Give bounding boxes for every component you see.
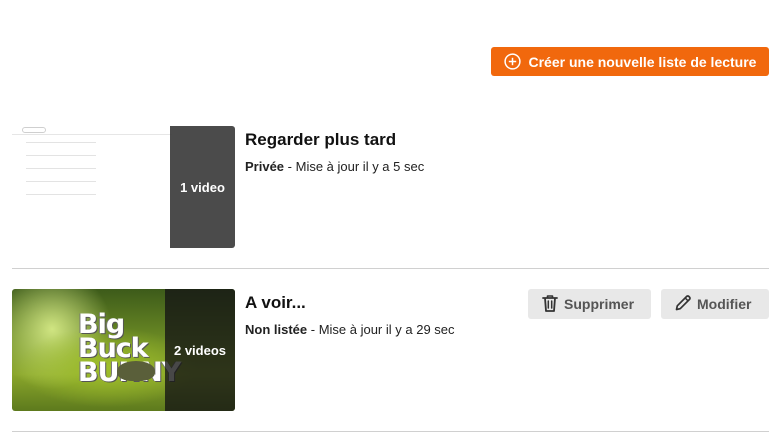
playlist-title[interactable]: A voir...: [245, 293, 455, 313]
video-count-badge: 1 video: [170, 126, 235, 248]
trash-icon: [540, 293, 560, 316]
thumbnail-preview-line: [26, 181, 96, 182]
video-count-badge: 2 videos: [165, 289, 235, 411]
thumbnail-preview-line: [26, 194, 96, 195]
thumbnail-preview-line: [26, 155, 96, 156]
delete-playlist-button[interactable]: Supprimer: [528, 289, 651, 319]
delete-label: Supprimer: [564, 296, 635, 312]
edit-label: Modifier: [697, 296, 752, 312]
updated-label: Mise à jour il y a 5 sec: [295, 159, 425, 174]
privacy-label: Privée: [245, 159, 285, 174]
meta-separator: -: [284, 159, 296, 174]
playlist-meta: Non listée - Mise à jour il y a 29 sec: [245, 322, 455, 337]
plus-circle-icon: [503, 53, 521, 70]
thumbnail-preview-toolbar: [12, 126, 172, 135]
playlist-item: 1 video Regarder plus tard Privée - Mise…: [12, 126, 769, 248]
privacy-label: Non listée: [245, 322, 308, 337]
playlist-thumbnail[interactable]: Big Buck BUNNY 2 videos: [12, 289, 235, 411]
playlist-info: A voir... Non listée - Mise à jour il y …: [245, 293, 455, 337]
thumbnail-preview-button: [22, 127, 46, 133]
playlist-info: Regarder plus tard Privée - Mise à jour …: [245, 130, 424, 174]
create-playlist-label: Créer une nouvelle liste de lecture: [528, 53, 757, 70]
thumbnail-creature: [117, 361, 155, 381]
edit-playlist-button[interactable]: Modifier: [661, 289, 769, 319]
updated-label: Mise à jour il y a 29 sec: [318, 322, 455, 337]
playlist-title[interactable]: Regarder plus tard: [245, 130, 424, 150]
create-playlist-button[interactable]: Créer une nouvelle liste de lecture: [491, 47, 769, 76]
playlist-meta: Privée - Mise à jour il y a 5 sec: [245, 159, 424, 174]
meta-separator: -: [307, 322, 319, 337]
thumbnail-preview-line: [26, 142, 96, 143]
playlist-thumbnail[interactable]: 1 video: [12, 126, 235, 248]
playlist-item: Big Buck BUNNY 2 videos A voir... Non li…: [12, 289, 769, 411]
playlist-actions: Supprimer Modifier: [528, 289, 769, 319]
divider: [12, 431, 769, 432]
divider: [12, 268, 769, 269]
thumbnail-preview-line: [26, 168, 96, 169]
pencil-icon: [673, 293, 693, 316]
